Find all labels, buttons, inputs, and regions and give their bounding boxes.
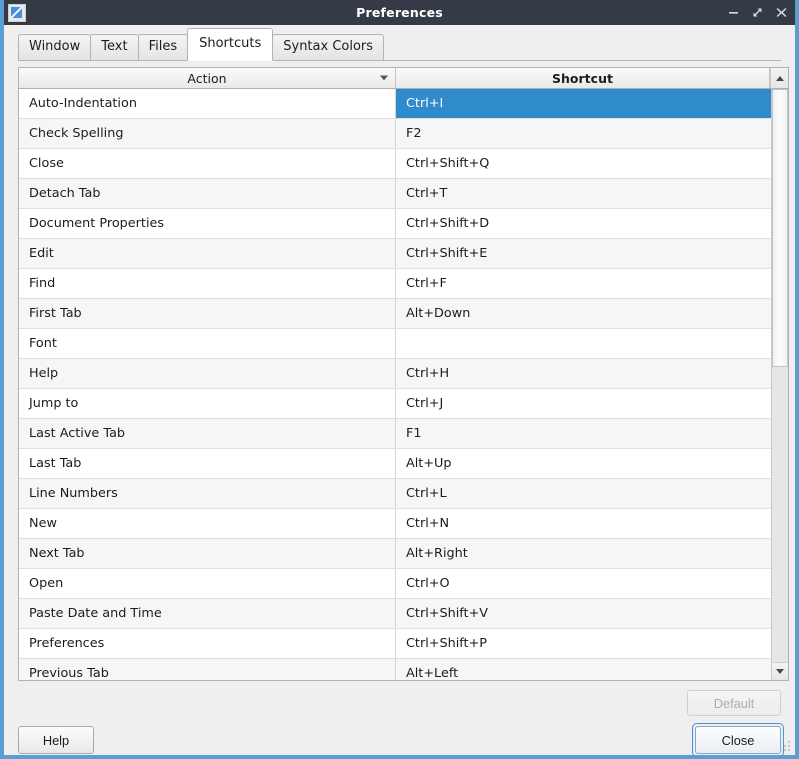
scroll-down-button[interactable] (772, 662, 788, 680)
cell-action[interactable]: Next Tab (19, 539, 396, 568)
table-body-area: Auto-IndentationCtrl+ICheck SpellingF2Cl… (19, 89, 788, 680)
table-row[interactable]: NewCtrl+N (19, 509, 771, 539)
close-button[interactable]: Close (695, 726, 781, 754)
minimize-icon[interactable] (727, 6, 740, 19)
table-row[interactable]: First TabAlt+Down (19, 299, 771, 329)
cell-action[interactable]: Document Properties (19, 209, 396, 238)
cell-action[interactable]: Font (19, 329, 396, 358)
cell-shortcut[interactable]: Ctrl+H (396, 359, 771, 388)
cell-shortcut[interactable]: Alt+Down (396, 299, 771, 328)
table-row[interactable]: Next TabAlt+Right (19, 539, 771, 569)
cell-shortcut[interactable]: Ctrl+O (396, 569, 771, 598)
cell-action[interactable]: First Tab (19, 299, 396, 328)
table-row[interactable]: PreferencesCtrl+Shift+P (19, 629, 771, 659)
column-header-action[interactable]: Action (19, 68, 396, 88)
cell-shortcut[interactable]: Ctrl+L (396, 479, 771, 508)
cell-shortcut[interactable]: Ctrl+N (396, 509, 771, 538)
cell-action[interactable]: Line Numbers (19, 479, 396, 508)
tab-files[interactable]: Files (138, 34, 189, 61)
cell-shortcut[interactable]: Alt+Up (396, 449, 771, 478)
help-button[interactable]: Help (18, 726, 94, 754)
close-button-focus-ring: Close (692, 723, 784, 757)
arrow-down-icon (776, 669, 784, 674)
sort-descending-icon (380, 76, 388, 81)
cell-action[interactable]: Help (19, 359, 396, 388)
table-row[interactable]: EditCtrl+Shift+E (19, 239, 771, 269)
window-controls (727, 6, 799, 19)
cell-shortcut[interactable]: F1 (396, 419, 771, 448)
shortcuts-table: Action Shortcut Auto-IndentationCtrl+ICh… (18, 67, 789, 681)
cell-action[interactable]: Open (19, 569, 396, 598)
resize-grip[interactable] (779, 740, 792, 753)
table-row[interactable]: Check SpellingF2 (19, 119, 771, 149)
cell-shortcut[interactable] (396, 329, 771, 358)
scrollbar-thumb[interactable] (772, 89, 788, 367)
cell-shortcut[interactable]: Ctrl+Shift+E (396, 239, 771, 268)
tab-text[interactable]: Text (90, 34, 138, 61)
table-row[interactable]: HelpCtrl+H (19, 359, 771, 389)
vertical-scrollbar[interactable] (771, 89, 788, 680)
column-header-shortcut-label: Shortcut (552, 71, 613, 86)
close-icon[interactable] (775, 6, 788, 19)
cell-action[interactable]: New (19, 509, 396, 538)
cell-shortcut[interactable]: Ctrl+I (396, 89, 771, 118)
cell-action[interactable]: Last Active Tab (19, 419, 396, 448)
table-rows: Auto-IndentationCtrl+ICheck SpellingF2Cl… (19, 89, 771, 680)
cell-action[interactable]: Auto-Indentation (19, 89, 396, 118)
cell-action[interactable]: Detach Tab (19, 179, 396, 208)
table-row[interactable]: Font (19, 329, 771, 359)
tab-list: Window Text Files Shortcuts Syntax Color… (18, 25, 383, 61)
arrow-up-icon (776, 76, 784, 81)
cell-action[interactable]: Preferences (19, 629, 396, 658)
table-row[interactable]: Jump toCtrl+J (19, 389, 771, 419)
window-titlebar: Preferences (0, 0, 799, 25)
cell-shortcut[interactable]: Ctrl+J (396, 389, 771, 418)
cell-action[interactable]: Paste Date and Time (19, 599, 396, 628)
cell-action[interactable]: Edit (19, 239, 396, 268)
cell-shortcut[interactable]: Ctrl+T (396, 179, 771, 208)
cell-shortcut[interactable]: F2 (396, 119, 771, 148)
cell-action[interactable]: Find (19, 269, 396, 298)
cell-shortcut[interactable]: Alt+Right (396, 539, 771, 568)
tab-window[interactable]: Window (18, 34, 91, 61)
tab-bar: Window Text Files Shortcuts Syntax Color… (4, 25, 795, 61)
table-row[interactable]: Previous TabAlt+Left (19, 659, 771, 680)
cell-shortcut[interactable]: Ctrl+Shift+D (396, 209, 771, 238)
tab-shortcuts[interactable]: Shortcuts (187, 28, 273, 61)
table-header: Action Shortcut (19, 68, 788, 89)
dialog-footer: Default Help Close (4, 681, 795, 755)
table-row[interactable]: Line NumbersCtrl+L (19, 479, 771, 509)
scroll-up-button[interactable] (770, 68, 788, 88)
table-row[interactable]: FindCtrl+F (19, 269, 771, 299)
scrollbar-track[interactable] (772, 89, 788, 662)
cell-action[interactable]: Check Spelling (19, 119, 396, 148)
table-row[interactable]: Detach TabCtrl+T (19, 179, 771, 209)
table-row[interactable]: Auto-IndentationCtrl+I (19, 89, 771, 119)
cell-shortcut[interactable]: Ctrl+F (396, 269, 771, 298)
column-header-action-label: Action (187, 71, 226, 86)
maximize-icon[interactable] (751, 6, 764, 19)
cell-action[interactable]: Close (19, 149, 396, 178)
window-title: Preferences (0, 5, 799, 20)
preferences-window: Preferences Window Text Files Shortcu (0, 0, 799, 759)
app-icon (8, 4, 26, 22)
cell-shortcut[interactable]: Ctrl+Shift+Q (396, 149, 771, 178)
table-row[interactable]: Last TabAlt+Up (19, 449, 771, 479)
column-header-shortcut[interactable]: Shortcut (396, 68, 770, 88)
table-row[interactable]: CloseCtrl+Shift+Q (19, 149, 771, 179)
table-row[interactable]: OpenCtrl+O (19, 569, 771, 599)
tab-syntax-colors[interactable]: Syntax Colors (272, 34, 384, 61)
cell-shortcut[interactable]: Ctrl+Shift+V (396, 599, 771, 628)
cell-shortcut[interactable]: Ctrl+Shift+P (396, 629, 771, 658)
cell-shortcut[interactable]: Alt+Left (396, 659, 771, 680)
table-row[interactable]: Last Active TabF1 (19, 419, 771, 449)
cell-action[interactable]: Jump to (19, 389, 396, 418)
cell-action[interactable]: Previous Tab (19, 659, 396, 680)
cell-action[interactable]: Last Tab (19, 449, 396, 478)
table-row[interactable]: Document PropertiesCtrl+Shift+D (19, 209, 771, 239)
table-row[interactable]: Paste Date and TimeCtrl+Shift+V (19, 599, 771, 629)
default-button[interactable]: Default (687, 690, 781, 716)
